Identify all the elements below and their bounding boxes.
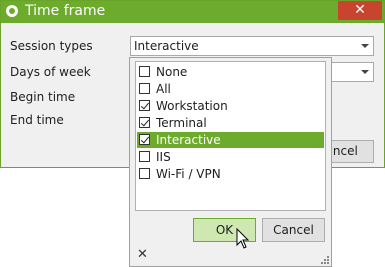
option-label: Workstation: [156, 99, 228, 113]
option-iis[interactable]: IIS: [137, 149, 324, 165]
option-label: Terminal: [156, 116, 207, 130]
session-types-value: Interactive: [134, 39, 199, 53]
option-workstation[interactable]: Workstation: [137, 98, 324, 114]
checkbox[interactable]: [139, 168, 150, 179]
checkbox[interactable]: [139, 100, 150, 111]
chevron-down-icon[interactable]: [361, 44, 369, 48]
option-none[interactable]: None: [137, 64, 324, 80]
session-types-label: Session types: [10, 39, 93, 53]
option-label: None: [156, 65, 188, 79]
close-icon[interactable]: ✕: [137, 247, 148, 262]
cancel-button[interactable]: Cancel: [262, 218, 325, 242]
begin-time-label: Begin time: [10, 90, 76, 104]
checkbox[interactable]: [139, 83, 150, 94]
checkbox[interactable]: [139, 151, 150, 162]
checkbox[interactable]: [139, 117, 150, 128]
window-title: Time frame: [25, 3, 106, 19]
option-label: Wi-Fi / VPN: [156, 167, 221, 181]
option-label: IIS: [156, 150, 171, 164]
option-label: All: [156, 82, 171, 96]
option-wi-fi-vpn[interactable]: Wi-Fi / VPN: [137, 166, 324, 182]
cancel-label: Cancel: [273, 223, 314, 237]
resize-grip-icon[interactable]: [320, 255, 329, 264]
option-all[interactable]: All: [137, 81, 324, 97]
title-bar: Time frame ✕: [1, 1, 384, 23]
option-label: Interactive: [156, 133, 221, 147]
checkbox[interactable]: [139, 66, 150, 77]
session-types-option-list: None All Workstation Terminal Interactive IIS…: [135, 61, 326, 211]
chevron-down-icon[interactable]: [361, 70, 369, 74]
checkbox[interactable]: [139, 134, 150, 145]
close-icon: ✕: [354, 2, 366, 18]
close-window-button[interactable]: ✕: [338, 1, 382, 20]
option-terminal[interactable]: Terminal: [137, 115, 324, 131]
session-types-dropdown: None All Workstation Terminal Interactive IIS…: [129, 57, 332, 267]
ok-label: OK: [215, 223, 234, 237]
app-icon: [6, 5, 18, 17]
mouse-pointer-icon: [236, 228, 250, 249]
days-of-week-label: Days of week: [10, 65, 91, 79]
end-time-label: End time: [10, 113, 64, 127]
session-types-combo[interactable]: Interactive: [130, 36, 374, 56]
option-interactive[interactable]: Interactive: [137, 132, 324, 148]
